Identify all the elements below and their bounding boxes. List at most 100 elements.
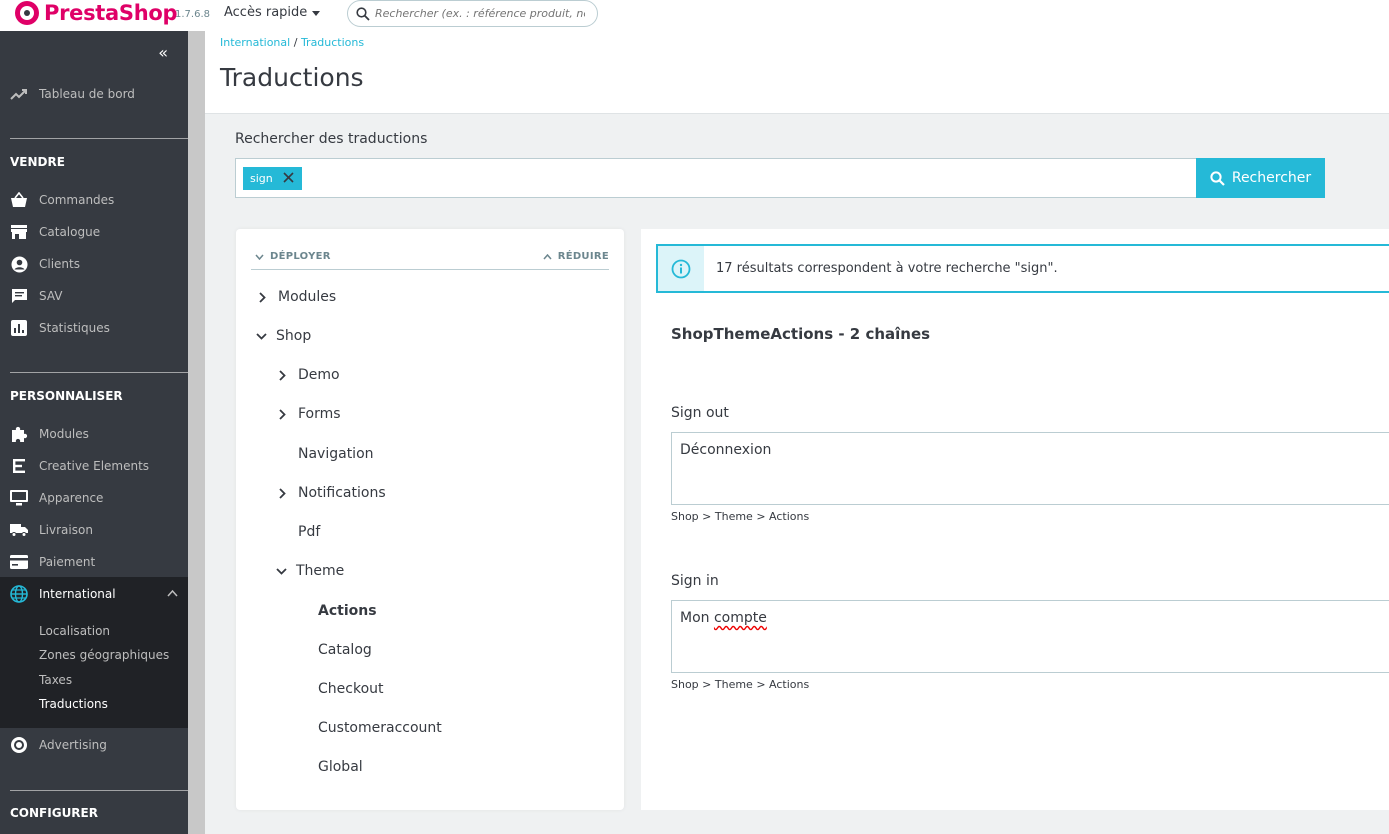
sidebar-item-label: Statistiques bbox=[39, 321, 110, 335]
collapse-all-label: RÉDUIRE bbox=[557, 251, 609, 262]
version-label: 1.7.6.8 bbox=[175, 9, 210, 20]
tree-node-notifications[interactable]: Notifications bbox=[278, 485, 386, 501]
tree-node-label: Pdf bbox=[298, 524, 321, 540]
tree-node-label: Checkout bbox=[318, 681, 384, 697]
submenu-zones[interactable]: Zones géographiques bbox=[39, 648, 169, 662]
tree-node-label: Demo bbox=[298, 367, 340, 383]
sidebar-item-modules[interactable]: Modules bbox=[0, 420, 188, 448]
tree-node-label: Modules bbox=[278, 289, 337, 305]
tree-node-checkout[interactable]: Checkout bbox=[318, 681, 384, 697]
sidebar-item-advertising[interactable]: Advertising bbox=[0, 731, 188, 759]
breadcrumb-international[interactable]: International bbox=[220, 36, 290, 49]
sidebar-item-appearance[interactable]: Apparence bbox=[0, 484, 188, 512]
sidebar-divider bbox=[10, 372, 188, 373]
expand-all-button[interactable]: DÉPLOYER bbox=[255, 251, 331, 262]
sidebar-item-orders[interactable]: Commandes bbox=[0, 186, 188, 214]
sidebar-item-creative-elements[interactable]: Creative Elements bbox=[0, 452, 188, 480]
sidebar-item-support[interactable]: SAV bbox=[0, 282, 188, 310]
target-icon bbox=[10, 736, 28, 754]
sidebar-item-dashboard[interactable]: Tableau de bord bbox=[0, 80, 188, 108]
tree-node-actions[interactable]: Actions bbox=[318, 603, 377, 619]
header-search-input[interactable] bbox=[375, 7, 585, 20]
tree-node-theme[interactable]: Theme bbox=[276, 563, 344, 579]
sidebar-item-label: Commandes bbox=[39, 193, 115, 207]
tree-node-pdf[interactable]: Pdf bbox=[298, 524, 320, 540]
chevron-down-icon bbox=[256, 332, 276, 340]
translation-key-label: Sign in bbox=[671, 573, 719, 589]
prestashop-logo-icon bbox=[15, 1, 39, 25]
collapse-all-button[interactable]: RÉDUIRE bbox=[543, 251, 609, 262]
tree-node-shop[interactable]: Shop bbox=[256, 328, 311, 344]
expand-all-label: DÉPLOYER bbox=[270, 251, 331, 262]
sidebar-item-payment[interactable]: Paiement bbox=[0, 548, 188, 576]
sidebar-scrollbar[interactable] bbox=[188, 31, 205, 834]
translation-path: Shop > Theme > Actions bbox=[671, 510, 810, 523]
translation-search-input[interactable]: sign bbox=[235, 158, 1197, 198]
tree-node-modules[interactable]: Modules bbox=[258, 289, 336, 305]
quick-access-dropdown[interactable]: Accès rapide bbox=[224, 5, 321, 20]
results-alert-text: 17 résultats correspondent à votre reche… bbox=[716, 261, 1058, 276]
tree-node-label: Notifications bbox=[298, 485, 386, 501]
translation-tree: DÉPLOYER RÉDUIRE Modules Shop Demo Forms… bbox=[236, 229, 624, 810]
translation-textarea[interactable]: Mon compte bbox=[671, 600, 1389, 673]
store-icon bbox=[10, 223, 28, 241]
tree-node-label: Catalog bbox=[318, 642, 372, 658]
tree-node-customeraccount[interactable]: Customeraccount bbox=[318, 720, 442, 736]
sidebar-item-label: Modules bbox=[39, 427, 89, 441]
chevron-down-icon bbox=[276, 567, 296, 575]
sidebar-item-international[interactable]: International bbox=[0, 580, 188, 608]
breadcrumb-separator: / bbox=[293, 36, 298, 49]
prestashop-logo[interactable]: PrestaShop bbox=[15, 0, 178, 26]
translation-path: Shop > Theme > Actions bbox=[671, 678, 810, 691]
sidebar-item-label: Creative Elements bbox=[39, 459, 150, 473]
submenu-localization[interactable]: Localisation bbox=[39, 624, 110, 638]
sidebar-item-catalog[interactable]: Catalogue bbox=[0, 218, 188, 246]
credit-card-icon bbox=[10, 553, 28, 571]
sidebar-item-customers[interactable]: Clients bbox=[0, 250, 188, 278]
sidebar-item-label: Advertising bbox=[39, 738, 107, 752]
info-icon bbox=[658, 246, 704, 291]
results-alert: 17 résultats correspondent à votre reche… bbox=[656, 244, 1389, 293]
tree-node-catalog[interactable]: Catalog bbox=[318, 642, 372, 658]
top-header: PrestaShop 1.7.6.8 Accès rapide bbox=[0, 0, 1389, 31]
puzzle-icon bbox=[10, 425, 28, 443]
search-icon bbox=[356, 6, 370, 21]
sidebar-item-stats[interactable]: Statistiques bbox=[0, 314, 188, 342]
tree-node-forms[interactable]: Forms bbox=[278, 406, 341, 422]
translation-value: Déconnexion bbox=[680, 442, 772, 458]
globe-icon bbox=[10, 585, 28, 603]
results-domain-title: ShopThemeActions - 2 chaînes bbox=[671, 325, 931, 343]
header-search bbox=[347, 0, 598, 27]
sidebar-item-label: Catalogue bbox=[39, 225, 101, 239]
tree-node-navigation[interactable]: Navigation bbox=[298, 446, 374, 462]
chevron-up-icon bbox=[167, 586, 178, 600]
quick-access-label: Accès rapide bbox=[224, 5, 308, 20]
breadcrumb-translations[interactable]: Traductions bbox=[301, 36, 364, 49]
tree-controls: DÉPLOYER RÉDUIRE bbox=[251, 250, 609, 270]
search-button-label: Rechercher bbox=[1231, 170, 1312, 186]
translation-key-label: Sign out bbox=[671, 405, 729, 421]
search-tag: sign bbox=[243, 167, 302, 190]
international-submenu: International Localisation Zones géograp… bbox=[0, 577, 188, 728]
collapse-sidebar-icon[interactable]: « bbox=[158, 43, 168, 62]
submenu-translations[interactable]: Traductions bbox=[39, 697, 108, 711]
tree-node-label: Navigation bbox=[298, 446, 374, 462]
tree-node-global[interactable]: Global bbox=[318, 759, 363, 775]
translation-textarea[interactable]: Déconnexion bbox=[671, 432, 1389, 505]
sidebar-item-shipping[interactable]: Livraison bbox=[0, 516, 188, 544]
search-button[interactable]: Rechercher bbox=[1196, 158, 1325, 198]
results-panel: 17 résultats correspondent à votre reche… bbox=[641, 229, 1389, 810]
account-circle-icon bbox=[10, 255, 28, 273]
logo-text: PrestaShop bbox=[44, 1, 178, 25]
section-configure: CONFIGURER bbox=[10, 806, 98, 820]
search-icon bbox=[1210, 170, 1225, 186]
basket-icon bbox=[10, 191, 28, 209]
tree-node-label: Forms bbox=[298, 406, 341, 422]
submenu-taxes[interactable]: Taxes bbox=[39, 673, 72, 687]
chevron-right-icon bbox=[258, 291, 278, 303]
search-tag-label: sign bbox=[250, 172, 273, 185]
section-sell: VENDRE bbox=[10, 155, 65, 169]
tree-node-demo[interactable]: Demo bbox=[278, 367, 340, 383]
remove-tag-icon[interactable] bbox=[283, 171, 294, 186]
sidebar-item-label: Paiement bbox=[39, 555, 96, 569]
